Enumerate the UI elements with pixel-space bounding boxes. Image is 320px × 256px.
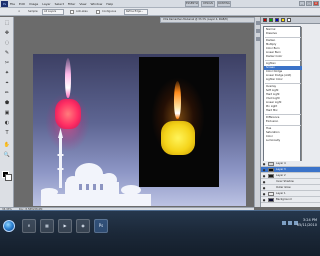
menu-help[interactable]: Help [106,1,113,7]
sample-select[interactable]: All Layers [42,9,64,15]
quick-select-tool-icon[interactable]: ✎ [2,49,12,57]
layer-thumbnail [268,174,274,178]
taskbar-photoshop-icon[interactable]: Ps [94,219,108,233]
visibility-eye-icon[interactable]: ● [262,192,266,196]
menu-window[interactable]: Window [90,1,102,7]
menu-items: File Edit Image Layer Select Filter View… [10,1,113,7]
window-controls: _ □ x [299,1,319,6]
taskbar-browser-icon[interactable]: ◉ [76,219,90,233]
layer-name: Background [276,198,292,201]
eraser-tool-icon[interactable]: ▣ [2,109,12,117]
photoshop-logo: Ps [1,1,8,7]
visibility-eye-icon[interactable]: ● [262,186,266,190]
workspace-switcher: ESSENTIALS DESIGN PAINTING [185,1,231,7]
visibility-eye-icon[interactable]: ● [262,162,266,166]
blend-option[interactable]: Exclusion [264,120,302,124]
mosque-silhouette [41,128,151,206]
blend-option[interactable]: Darker Color [264,55,302,59]
workspace-painting-button[interactable]: PAINTING [217,1,231,7]
options-bar: ✦ Sample: All Layers Anti-alias Contiguo… [0,8,320,16]
swatch-green[interactable] [269,18,273,22]
network-icon[interactable] [282,221,286,225]
candle-flame-left [65,58,71,98]
menu-divider [265,83,301,84]
candle-flame-right [174,81,181,119]
menu-divider [265,114,301,115]
swatch-blue[interactable] [275,18,279,22]
menu-filter[interactable]: Filter [68,1,75,7]
swatch-yellow[interactable] [281,18,285,22]
dodge-tool-icon[interactable]: ◐ [2,119,12,127]
refine-edge-button[interactable]: Refine Edge... [124,9,148,15]
layer-thumbnail [268,192,274,196]
close-button[interactable]: x [313,1,319,6]
workspace-essentials-button[interactable]: ESSENTIALS [185,1,199,7]
healing-tool-icon[interactable]: ✦ [2,69,12,77]
black-candle-layer [139,57,219,187]
system-tray [282,221,298,225]
document-canvas[interactable] [33,54,246,206]
menu-select[interactable]: Select [55,1,64,7]
layers-panel: ● Layer 4 ● Layer 3 ● Layer 2 ● Inner Sh… [261,161,320,207]
layer-thumbnail [268,168,274,172]
zoom-tool-icon[interactable]: 🔍 [2,151,12,159]
color-panel-header [261,17,320,24]
eyedropper-tool-icon[interactable]: ⌖ [2,79,12,87]
clock-date: 05/11/2010 [296,223,317,227]
brush-tool-icon[interactable]: ✏ [2,89,12,97]
marquee-tool-icon[interactable]: ⬚ [2,19,12,27]
layer-thumbnail [268,198,274,202]
minimize-button[interactable]: _ [299,1,305,6]
stamp-tool-icon[interactable]: ⬟ [2,99,12,107]
type-tool-icon[interactable]: T [2,129,12,137]
windows-taskbar: e ▦ ▶ ◉ Ps 3:24 PM 05/11/2010 [0,210,320,256]
menu-divider [265,60,301,61]
taskbar-media-icon[interactable]: ▶ [58,219,72,233]
antialias-checkbox[interactable] [70,10,74,14]
taskbar-explorer-icon[interactable]: ▦ [40,219,54,233]
hand-tool-icon[interactable]: ✋ [2,141,12,149]
workspace-design-button[interactable]: DESIGN [201,1,215,7]
menu-edit[interactable]: Edit [19,1,25,7]
sample-label: Sample: [28,10,39,13]
menu-bar: Ps File Edit Image Layer Select Filter V… [0,0,320,8]
volume-icon[interactable] [288,221,292,225]
visibility-eye-icon[interactable]: ● [262,168,266,172]
visibility-eye-icon[interactable]: ● [262,180,266,184]
candle-right [161,121,195,155]
background-color-swatch[interactable] [5,174,12,181]
blend-option[interactable]: Dissolve [264,32,302,36]
right-panel-dock: Normal Dissolve Darken Multiply Color Bu… [260,17,320,207]
blend-option[interactable]: Lighter Color [264,78,302,82]
contiguous-checkbox[interactable] [96,10,100,14]
lasso-tool-icon[interactable]: ◌ [2,39,12,47]
menu-divider [265,37,301,38]
menu-image[interactable]: Image [29,1,38,7]
menu-view[interactable]: View [79,1,86,7]
tools-panel: ⬚ ✥ ◌ ✎ ✂ ✦ ⌖ ✏ ⬟ ▣ ◐ T ✋ 🔍 [0,17,14,207]
menu-layer[interactable]: Layer [42,1,50,7]
start-button[interactable] [3,220,15,232]
tool-preset-icon[interactable]: ✦ [18,9,20,15]
antialias-label: Anti-alias [76,10,88,13]
swatch-white[interactable] [287,18,291,22]
blend-mode-dropdown-menu[interactable]: Normal Dissolve Darken Multiply Color Bu… [263,26,302,162]
layer-row[interactable]: ● Background [261,197,320,203]
menu-file[interactable]: File [10,1,15,7]
visibility-eye-icon[interactable]: ● [262,198,266,202]
clock[interactable]: 3:24 PM 05/11/2010 [297,218,317,228]
blend-option[interactable]: Luminosity [264,139,302,143]
contiguous-label: Contiguous [102,10,117,13]
swatch-red[interactable] [263,18,267,22]
visibility-eye-icon[interactable]: ● [262,174,266,178]
layer-thumbnail [268,162,274,166]
blend-option[interactable]: Hard Mix [264,109,302,113]
taskbar-ie-icon[interactable]: e [22,219,36,233]
crop-tool-icon[interactable]: ✂ [2,59,12,67]
maximize-button[interactable]: □ [306,1,312,6]
menu-divider [265,125,301,126]
move-tool-icon[interactable]: ✥ [2,29,12,37]
